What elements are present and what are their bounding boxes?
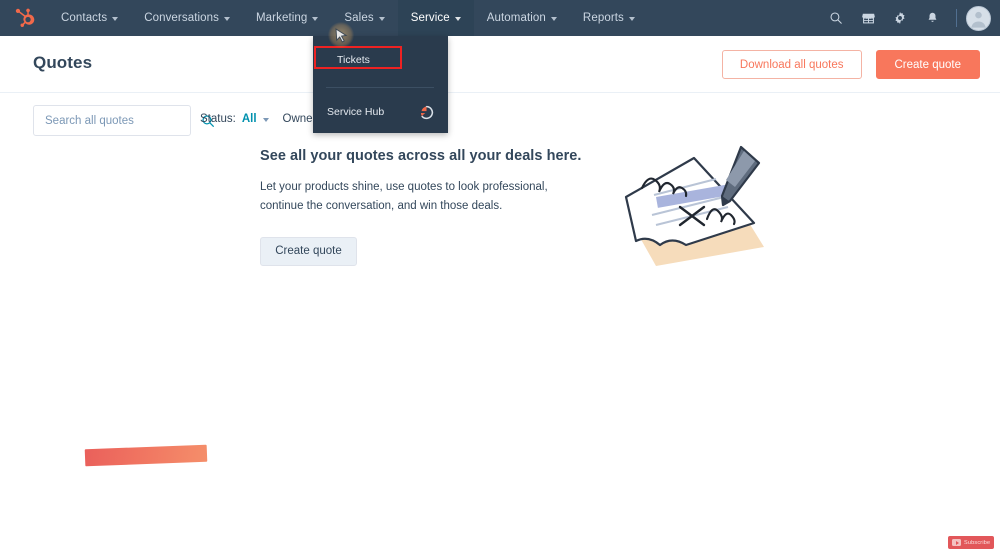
chevron-down-icon [628,16,635,21]
nav-item-service[interactable]: Service [397,0,474,36]
chevron-down-icon[interactable] [262,118,269,122]
page-title: Quotes [33,53,93,72]
nav-item-automation[interactable]: Automation [474,0,570,36]
notifications-bell-icon[interactable] [917,0,947,36]
chevron-down-icon [312,16,319,21]
page-header: Quotes Download all quotes Create quote [0,36,1000,93]
marketplace-icon[interactable] [853,0,883,36]
nav-divider [956,9,957,27]
nav-right-actions [821,0,1000,36]
dropdown-item-tickets[interactable]: Tickets [323,48,411,71]
nav-item-reports[interactable]: Reports [570,0,648,36]
nav-item-label: Sales [344,12,374,24]
nav-item-label: Conversations [144,12,219,24]
nav-item-conversations[interactable]: Conversations [131,0,243,36]
status-filter-value[interactable]: All [242,113,257,125]
search-input[interactable] [43,113,201,128]
chevron-down-icon [224,16,230,21]
header-actions: Download all quotes Create quote [721,50,980,79]
nav-item-label: Reports [582,12,624,24]
nav-item-label: Automation [486,12,546,24]
signed-contract-with-pen-illustration [612,135,782,280]
create-quote-button[interactable]: Create quote [875,50,980,79]
empty-state-create-quote-button[interactable]: Create quote [260,236,357,266]
hubspot-sprocket-logo[interactable] [0,0,48,36]
youtube-play-icon [952,539,961,546]
subscribe-button[interactable]: Subscribe [948,536,995,549]
dropdown-item-service-hub[interactable]: Service Hub [313,100,448,124]
empty-state-body: Let your products shine, use quotes to l… [260,181,548,212]
dropdown-item-label: Tickets [337,53,370,66]
service-dropdown-menu: Tickets Service Hub [313,36,448,133]
top-navigation-bar: Contacts Conversations Marketing Sales S… [0,0,1000,36]
nav-item-sales[interactable]: Sales [331,0,397,36]
nav-item-contacts[interactable]: Contacts [48,0,131,36]
red-orange-highlight-marker [84,444,208,467]
search-icon[interactable] [821,0,851,36]
chevron-down-icon [378,16,385,21]
nav-items: Contacts Conversations Marketing Sales S… [48,0,648,36]
dropdown-separator [326,87,434,88]
nav-item-marketing[interactable]: Marketing [243,0,331,36]
filter-bar: Status: All Owners: [0,105,1000,137]
chevron-down-icon [550,16,557,21]
empty-state-title: See all your quotes across all your deal… [260,148,582,164]
service-hub-icon [419,105,434,120]
chevron-down-icon [112,16,119,21]
search-box[interactable] [33,105,214,136]
nav-item-label: Marketing [256,12,308,24]
dropdown-item-label: Service Hub [327,106,385,118]
nav-item-label: Contacts [61,12,108,24]
subscribe-label: Subscribe [964,539,991,546]
empty-state: See all your quotes across all your deal… [260,148,590,266]
download-all-quotes-button[interactable]: Download all quotes [721,50,862,79]
filter-controls: Status: All Owners: [200,113,325,125]
chevron-down-icon [454,16,461,21]
hubspot-quotes-page: Contacts Conversations Marketing Sales S… [0,0,1000,556]
status-filter-label: Status: [200,113,236,125]
user-avatar[interactable] [966,5,991,31]
settings-gear-icon[interactable] [885,0,915,36]
nav-item-label: Service [410,12,450,24]
